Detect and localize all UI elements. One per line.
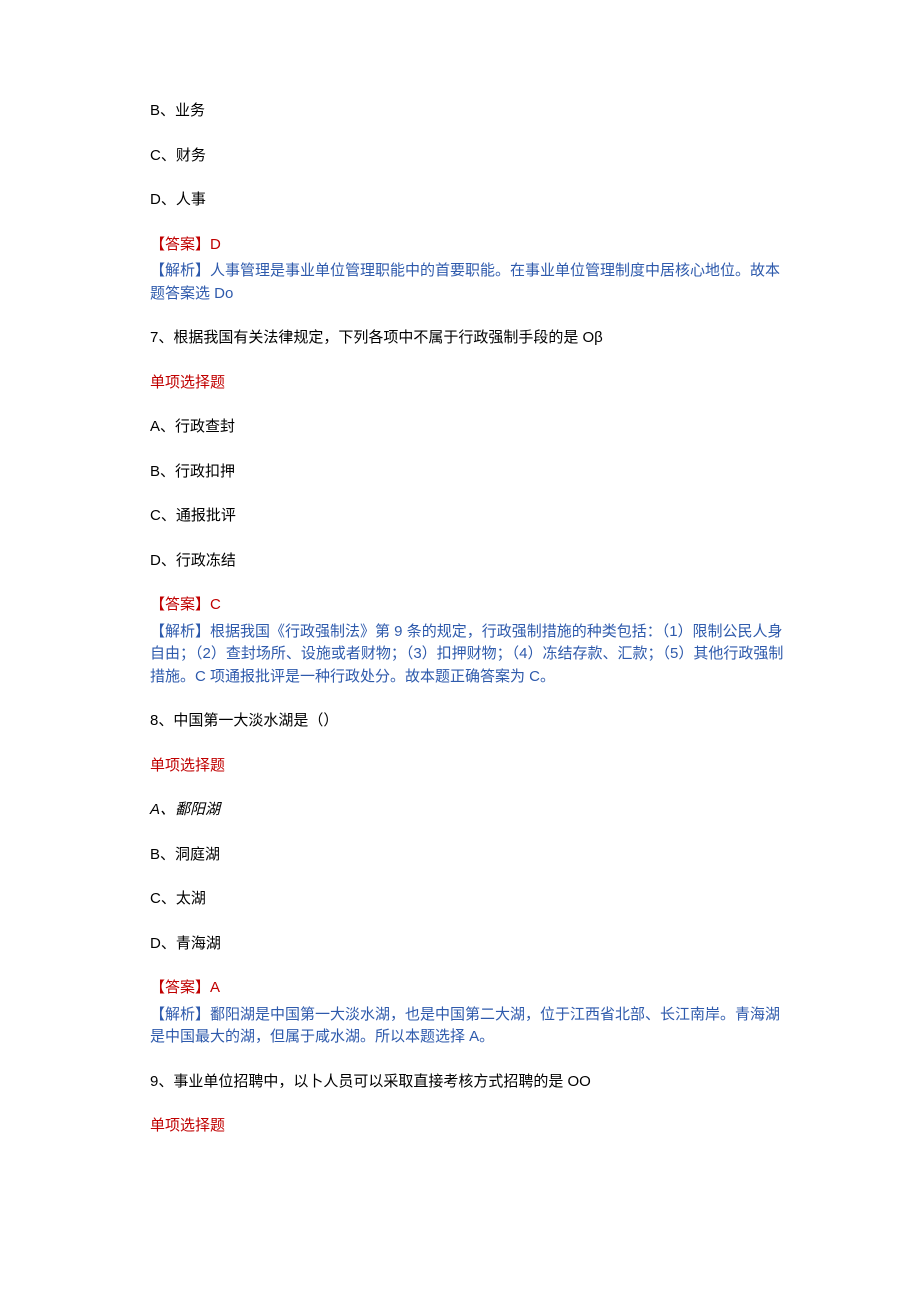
answer-value: C — [210, 596, 221, 613]
explain-label: 【解析】 — [150, 623, 210, 640]
q8-explain: 【解析】鄱阳湖是中国第一大淡水湖，也是中国第二大湖，位于江西省北部、长江南岸。青… — [150, 1004, 790, 1049]
q9-stem: 9、事业单位招聘中，以卜人员可以采取直接考核方式招聘的是 OO — [150, 1071, 790, 1094]
q8-stem: 8、中国第一大淡水湖是（） — [150, 710, 790, 733]
explain-text: 鄱阳湖是中国第一大淡水湖，也是中国第二大湖，位于江西省北部、长江南岸。青海湖是中… — [150, 1006, 780, 1046]
explain-text: 人事管理是事业单位管理职能中的首要职能。在事业单位管理制度中居核心地位。故本题答… — [150, 262, 780, 302]
q6-option-c: C、财务 — [150, 145, 790, 168]
q7-type-label: 单项选择题 — [150, 372, 790, 395]
q8-type-label: 单项选择题 — [150, 755, 790, 778]
q6-answer: 【答案】D — [150, 234, 790, 257]
q8-option-c: C、太湖 — [150, 888, 790, 911]
q6-option-d: D、人事 — [150, 189, 790, 212]
answer-value: A — [210, 979, 220, 996]
answer-value: D — [210, 236, 221, 253]
q7-option-b: B、行政扣押 — [150, 461, 790, 484]
explain-label: 【解析】 — [150, 1006, 210, 1023]
q6-explain: 【解析】人事管理是事业单位管理职能中的首要职能。在事业单位管理制度中居核心地位。… — [150, 260, 790, 305]
q7-option-d: D、行政冻结 — [150, 550, 790, 573]
q7-explain: 【解析】根据我国《行政强制法》第 9 条的规定，行政强制措施的种类包括：（1）限… — [150, 621, 790, 689]
q7-option-a: A、行政查封 — [150, 416, 790, 439]
q7-option-c: C、通报批评 — [150, 505, 790, 528]
q8-answer: 【答案】A — [150, 977, 790, 1000]
q7-stem: 7、根据我国有关法律规定，下列各项中不属于行政强制手段的是 Oβ — [150, 327, 790, 350]
explain-text: 根据我国《行政强制法》第 9 条的规定，行政强制措施的种类包括：（1）限制公民人… — [150, 623, 783, 685]
answer-label: 【答案】 — [150, 236, 210, 253]
q7-answer: 【答案】C — [150, 594, 790, 617]
q9-type-label: 单项选择题 — [150, 1115, 790, 1138]
q8-option-d: D、青海湖 — [150, 933, 790, 956]
q8-option-a-text: A、鄱阳湖 — [150, 801, 220, 818]
q8-option-a: A、鄱阳湖 — [150, 799, 790, 822]
answer-label: 【答案】 — [150, 979, 210, 996]
q8-option-b: B、洞庭湖 — [150, 844, 790, 867]
answer-label: 【答案】 — [150, 596, 210, 613]
explain-label: 【解析】 — [150, 262, 210, 279]
q6-option-b: B、业务 — [150, 100, 790, 123]
